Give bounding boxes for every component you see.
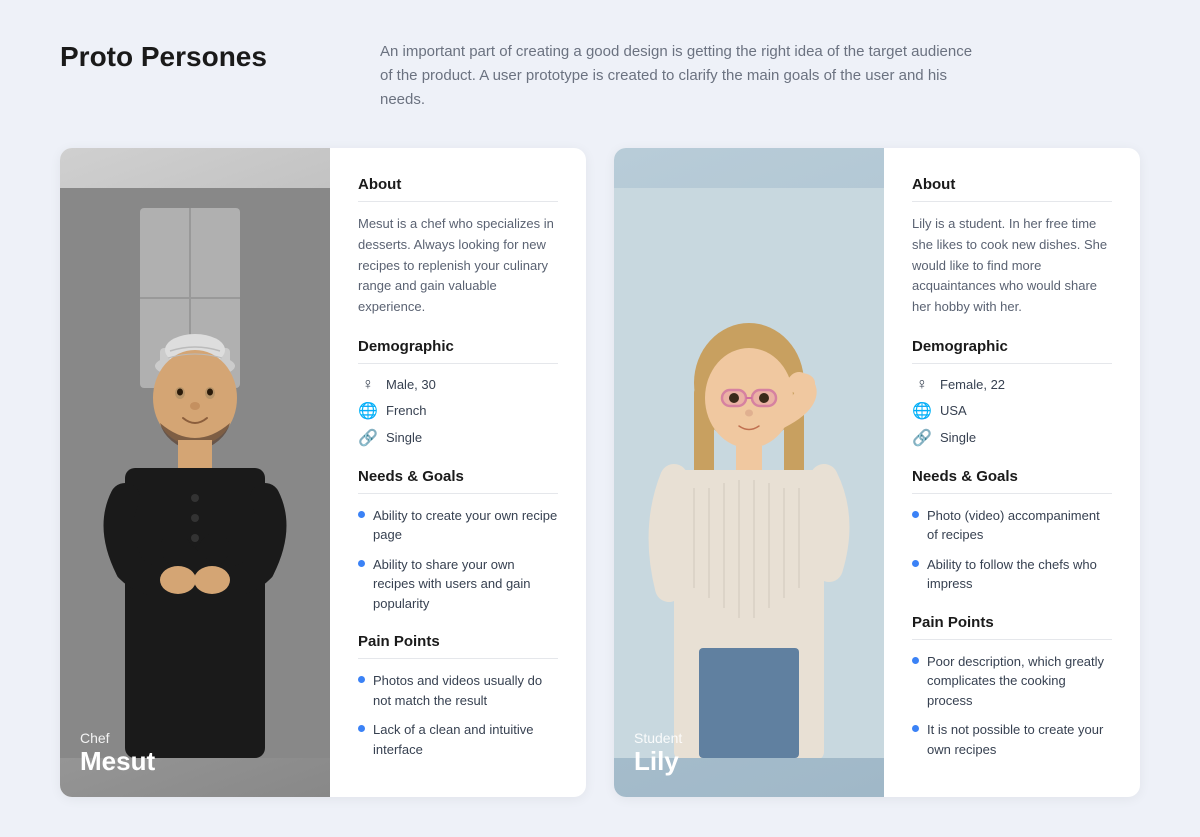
demo-status-mesut: 🔗 Single [358,428,558,448]
demo-country-lily: 🌐 USA [912,401,1112,421]
divider [358,363,558,364]
demo-gender-text: Male, 30 [386,377,436,392]
needs-title-mesut: Needs & Goals [358,468,558,485]
demo-status-text: Single [940,430,976,445]
list-item: Ability to create your own recipe page [358,506,558,545]
needs-title-lily: Needs & Goals [912,468,1112,485]
persona-name-mesut: Mesut [80,746,155,777]
demo-status-text: Single [386,430,422,445]
persona-label-lily: Student Lily [634,730,682,777]
divider [358,658,558,659]
bullet-icon [358,676,365,683]
page-title: Proto Persones [60,40,320,74]
divider [912,493,1112,494]
demographic-mesut: Demographic ♀ Male, 30 🌐 French 🔗 Single [358,338,558,448]
demo-country-text: USA [940,403,967,418]
list-item: Poor description, which greatly complica… [912,652,1112,711]
list-item: Photo (video) accompaniment of recipes [912,506,1112,545]
gender-icon: ♀ [912,376,932,394]
demographic-title-mesut: Demographic [358,338,558,355]
pain-mesut: Pain Points Photos and videos usually do… [358,633,558,759]
pain-title-lily: Pain Points [912,614,1112,631]
pain-text: It is not possible to create your own re… [927,720,1112,759]
pain-text: Poor description, which greatly complica… [927,652,1112,711]
divider [912,363,1112,364]
demo-country-mesut: 🌐 French [358,401,558,421]
page-description: An important part of creating a good des… [380,40,980,112]
pain-lily: Pain Points Poor description, which grea… [912,614,1112,760]
pain-list-mesut: Photos and videos usually do not match t… [358,671,558,759]
personas-container: Chef Mesut About Mesut is a chef who spe… [60,148,1140,797]
divider [912,201,1112,202]
persona-image-mesut: Chef Mesut [60,148,330,797]
pain-list-lily: Poor description, which greatly complica… [912,652,1112,760]
about-title-lily: About [912,176,1112,193]
divider [358,493,558,494]
persona-photo-mesut [60,148,330,797]
globe-icon: 🌐 [358,401,378,421]
list-item: Lack of a clean and intuitive interface [358,720,558,759]
need-text: Ability to create your own recipe page [373,506,558,545]
demo-country-text: French [386,403,426,418]
need-text: Ability to follow the chefs who impress [927,555,1112,594]
persona-label-mesut: Chef Mesut [80,730,155,777]
demo-gender-text: Female, 22 [940,377,1005,392]
persona-name-lily: Lily [634,746,682,777]
demo-gender-lily: ♀ Female, 22 [912,376,1112,394]
about-title-mesut: About [358,176,558,193]
persona-image-lily: Student Lily [614,148,884,797]
need-text: Photo (video) accompaniment of recipes [927,506,1112,545]
pain-text: Photos and videos usually do not match t… [373,671,558,710]
divider [358,201,558,202]
list-item: It is not possible to create your own re… [912,720,1112,759]
persona-card-lily: Student Lily About Lily is a student. In… [614,148,1140,797]
gender-icon: ♀ [358,376,378,394]
persona-role-mesut: Chef [80,730,155,746]
bullet-icon [912,657,919,664]
demographic-title-lily: Demographic [912,338,1112,355]
demo-status-lily: 🔗 Single [912,428,1112,448]
bullet-icon [912,511,919,518]
need-text: Ability to share your own recipes with u… [373,555,558,614]
list-item: Photos and videos usually do not match t… [358,671,558,710]
needs-mesut: Needs & Goals Ability to create your own… [358,468,558,614]
pain-text: Lack of a clean and intuitive interface [373,720,558,759]
list-item: Ability to share your own recipes with u… [358,555,558,614]
persona-info-mesut: About Mesut is a chef who specializes in… [330,148,586,797]
persona-role-lily: Student [634,730,682,746]
bullet-icon [912,560,919,567]
relationship-icon: 🔗 [912,428,932,448]
demo-gender-mesut: ♀ Male, 30 [358,376,558,394]
persona-card-mesut: Chef Mesut About Mesut is a chef who spe… [60,148,586,797]
persona-info-lily: About Lily is a student. In her free tim… [884,148,1140,797]
bullet-icon [912,725,919,732]
bullet-icon [358,511,365,518]
globe-icon: 🌐 [912,401,932,421]
needs-lily: Needs & Goals Photo (video) accompanimen… [912,468,1112,594]
bullet-icon [358,560,365,567]
bullet-icon [358,725,365,732]
divider [912,639,1112,640]
pain-title-mesut: Pain Points [358,633,558,650]
demographic-lily: Demographic ♀ Female, 22 🌐 USA 🔗 Single [912,338,1112,448]
relationship-icon: 🔗 [358,428,378,448]
about-text-lily: Lily is a student. In her free time she … [912,214,1112,318]
needs-list-mesut: Ability to create your own recipe page A… [358,506,558,614]
about-text-mesut: Mesut is a chef who specializes in desse… [358,214,558,318]
persona-photo-lily [614,148,884,797]
needs-list-lily: Photo (video) accompaniment of recipes A… [912,506,1112,594]
page-header: Proto Persones An important part of crea… [60,40,1140,112]
list-item: Ability to follow the chefs who impress [912,555,1112,594]
